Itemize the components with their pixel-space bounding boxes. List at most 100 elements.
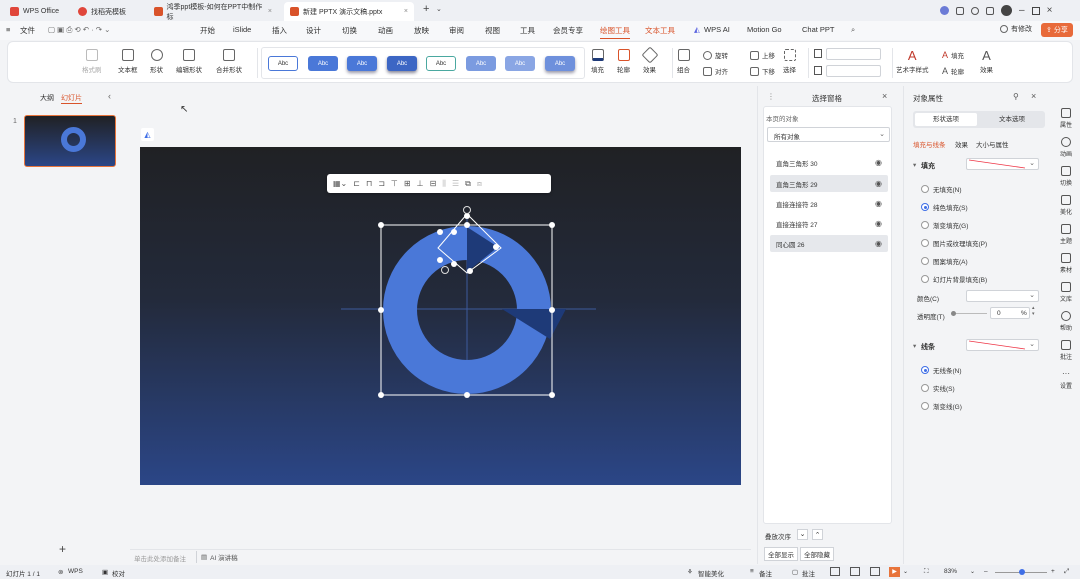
collapse-panel-icon[interactable]: ‹ [108,91,111,101]
eye-icon[interactable]: ◉ [875,179,884,188]
align-bottom-icon[interactable]: ⊥ [417,179,424,188]
rail-theme[interactable]: 主题 [1052,224,1080,245]
align-right-icon[interactable]: ⊐ [378,179,385,188]
rail-transition[interactable]: 切换 [1052,166,1080,187]
line-option-selected[interactable]: 无线条(N) [921,365,962,375]
menu-file[interactable]: 文件 [20,25,35,36]
shape-button[interactable]: 形状 [150,49,163,74]
text-outline-button[interactable]: A 轮廓 [942,66,964,76]
menu-motion-go[interactable]: Motion Go [747,25,782,34]
share-button[interactable]: ⇪ 分享 [1041,23,1073,37]
style-swatch[interactable]: Abc [466,56,496,71]
add-slide-button[interactable]: + [59,542,66,556]
subtab-size-properties[interactable]: 大小与属性 [976,139,1009,149]
align-left-icon[interactable]: ⊏ [353,179,360,188]
object-row[interactable]: 直接连接符 28 ◉ [770,195,888,212]
select-button[interactable]: 选择 [783,49,796,74]
menu-animation[interactable]: 动画 [378,25,393,36]
rotate-button[interactable]: 旋转 [703,50,728,60]
height-input[interactable] [826,48,881,60]
distribute-v-icon[interactable]: ☰ [452,179,459,188]
play-slideshow-icon[interactable]: ▶ [889,567,900,577]
tab-ppt-template[interactable]: 鸿季ppt模板-如何在PPT中制作标 × [148,2,278,21]
skin-icon[interactable] [986,6,994,15]
slider-thumb[interactable] [951,311,956,316]
comment-icon[interactable]: ▢ [792,568,798,576]
menu-transition[interactable]: 切换 [342,25,357,36]
caret-down-icon[interactable]: ▾ [913,342,916,350]
tab-wps-office[interactable]: WPS Office [4,2,65,21]
menu-view[interactable]: 视图 [485,25,500,36]
tab-list-chevron-icon[interactable]: ⌄ [436,5,442,13]
eye-icon[interactable]: ◉ [875,219,884,228]
menu-tools[interactable]: 工具 [520,25,535,36]
align-button[interactable]: 对齐 [703,66,728,76]
search-icon[interactable]: ⌕ [851,25,855,35]
merge-shape-button[interactable]: 合并形状 [216,49,242,74]
menu-islide[interactable]: iSlide [233,25,251,34]
menu-review[interactable]: 审阅 [449,25,464,36]
ai-float-icon[interactable]: ◭ [141,128,154,141]
width-input[interactable] [826,65,881,77]
close-pane-icon[interactable]: × [1031,91,1036,101]
tab-current-document[interactable]: 新建 PPTX 演示文稿.pptx × [284,2,414,21]
group-button[interactable]: 组合 [677,49,690,74]
distribute-h-icon[interactable]: ⫼ [442,179,446,189]
wps-status-icon[interactable]: ⊚ [58,568,63,576]
style-swatch[interactable]: Abc [426,56,456,71]
art-text-style-button[interactable]: A 艺术字样式 [896,49,929,74]
fullscreen-icon[interactable]: ⤢ [1064,568,1069,576]
rail-settings[interactable]: ··· 设置 [1052,369,1080,390]
style-swatch[interactable]: Abc [308,56,338,71]
show-all-button[interactable]: 全部显示 [764,547,798,561]
slide-canvas[interactable] [140,147,741,485]
align-top-icon[interactable]: ⊤ [391,179,398,188]
object-row-selected[interactable]: 同心圆 26 ◉ [770,235,888,252]
rail-comment[interactable]: 批注 [1052,340,1080,361]
eye-icon[interactable]: ◉ [875,239,884,248]
zoom-level[interactable]: 83% [944,568,957,575]
menu-drawing-tools[interactable]: 绘图工具 [600,25,630,39]
fill-button[interactable]: 填充 [591,49,604,74]
fill-option[interactable]: 图案填充(A) [921,256,968,266]
proof-icon[interactable]: ▣ [102,568,108,576]
textbox-button[interactable]: 文本框 [118,49,138,74]
proof-label[interactable]: 校对 [112,568,125,578]
wps-status[interactable]: WPS [68,568,83,575]
move-down-button[interactable]: ⌄ [797,529,808,540]
fill-option[interactable]: 图片或纹理填充(P) [921,238,987,248]
drag-handle-icon[interactable]: ⋮ [767,92,775,101]
object-row-selected[interactable]: 直角三角形 29 ◉ [770,175,888,192]
line-color-dropdown[interactable]: ⌄ [966,339,1039,351]
notes-toggle[interactable]: 备注 [759,568,772,578]
text-fill-button[interactable]: A 填充 [942,50,964,60]
rail-properties[interactable]: 属性 [1052,108,1080,129]
bring-up-button[interactable]: 上移 [750,50,775,60]
zoom-in-icon[interactable]: + [1051,568,1055,575]
menu-home[interactable]: 开始 [200,25,215,36]
color-dropdown[interactable]: ⌄ [966,290,1039,302]
beautify-icon[interactable]: ⚘ [687,568,693,576]
tab-shape-options[interactable]: 形状选项 [915,113,977,126]
eye-icon[interactable]: ◉ [875,199,884,208]
align-middle-icon[interactable]: ⊞ [404,179,411,188]
restore-icon[interactable] [1031,6,1040,15]
object-row[interactable]: 直角三角形 30 ◉ [770,154,888,171]
avatar[interactable] [1001,5,1012,16]
fill-option[interactable]: 渐变填充(G) [921,220,968,230]
cube-icon[interactable] [971,6,979,15]
group-objects-icon[interactable]: ⧉ [465,179,471,189]
notes-placeholder[interactable]: 单击此处添加备注 [134,553,186,563]
outline-button[interactable]: 轮廓 [617,49,630,74]
pin-icon[interactable]: ⚲ [1013,92,1019,101]
comment-toggle[interactable]: 批注 [802,568,815,578]
menu-chat-ppt[interactable]: Chat PPT [802,25,835,34]
subtab-effect[interactable]: 效果 [955,139,968,149]
zoom-out-icon[interactable]: – [984,568,988,575]
sorter-view-icon[interactable] [850,567,860,576]
line-option[interactable]: 渐变线(G) [921,401,962,411]
rail-animation[interactable]: 动画 [1052,137,1080,158]
edit-shape-button[interactable]: 编辑形状 [176,49,202,74]
tab-slides[interactable]: 幻灯片 [61,93,82,104]
rail-help[interactable]: 帮助 [1052,311,1080,332]
